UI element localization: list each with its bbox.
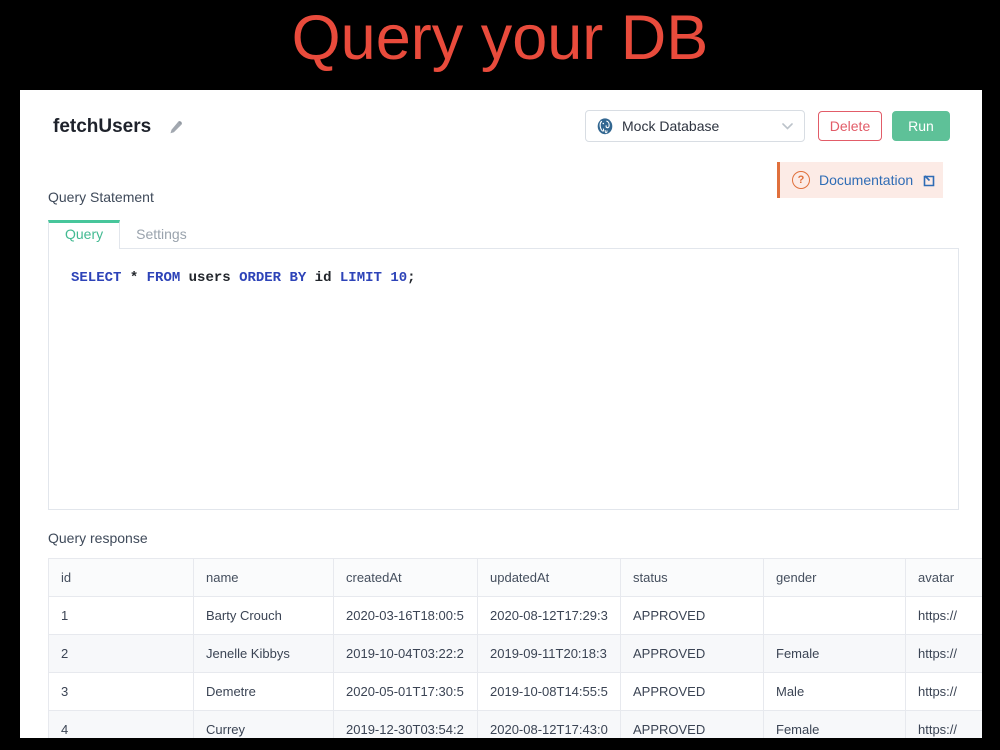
sql-token: SELECT bbox=[71, 270, 121, 286]
chevron-down-icon bbox=[782, 123, 793, 130]
table-cell: APPROVED bbox=[621, 711, 764, 739]
table-row: 3Demetre2020-05-01T17:30:52019-10-08T14:… bbox=[49, 673, 983, 711]
editor-area: QuerySettings SELECT * FROM users ORDER … bbox=[48, 220, 959, 510]
sql-token: id bbox=[306, 270, 340, 286]
query-name-row: fetchUsers bbox=[53, 116, 183, 138]
table-cell: Currey bbox=[194, 711, 334, 739]
table-cell: https:// bbox=[906, 635, 983, 673]
table-cell: APPROVED bbox=[621, 597, 764, 635]
pencil-icon[interactable] bbox=[168, 120, 183, 135]
table-cell: 2020-08-12T17:29:3 bbox=[478, 597, 621, 635]
documentation-link[interactable]: Documentation bbox=[819, 172, 913, 188]
table-cell: 2019-12-30T03:54:2 bbox=[334, 711, 478, 739]
table-cell: 2 bbox=[49, 635, 194, 673]
sql-token: FROM bbox=[147, 270, 181, 286]
column-header-createdAt: createdAt bbox=[334, 559, 478, 597]
sql-editor[interactable]: SELECT * FROM users ORDER BY id LIMIT 10… bbox=[48, 248, 959, 510]
table-cell: 2019-10-08T14:55:5 bbox=[478, 673, 621, 711]
sql-token: ORDER BY bbox=[239, 270, 306, 286]
delete-button[interactable]: Delete bbox=[818, 111, 882, 141]
resource-dropdown-value: Mock Database bbox=[622, 118, 773, 134]
table-cell: Barty Crouch bbox=[194, 597, 334, 635]
table-cell: 4 bbox=[49, 711, 194, 739]
query-name: fetchUsers bbox=[53, 116, 151, 138]
question-circle-icon: ? bbox=[792, 171, 810, 189]
table-cell: APPROVED bbox=[621, 673, 764, 711]
table-header-row: idnamecreatedAtupdatedAtstatusgenderavat… bbox=[49, 559, 983, 597]
column-header-updatedAt: updatedAt bbox=[478, 559, 621, 597]
sql-token: users bbox=[180, 270, 239, 286]
sql-token: 10 bbox=[390, 270, 407, 286]
sql-token: LIMIT bbox=[340, 270, 382, 286]
postgresql-icon bbox=[597, 118, 613, 135]
table-body: 1Barty Crouch2020-03-16T18:00:52020-08-1… bbox=[49, 597, 983, 739]
tab-query[interactable]: Query bbox=[48, 220, 120, 249]
documentation-banner: ? Documentation bbox=[777, 162, 943, 198]
table-cell: 1 bbox=[49, 597, 194, 635]
resource-dropdown[interactable]: Mock Database bbox=[585, 110, 805, 142]
run-button[interactable]: Run bbox=[892, 111, 950, 141]
table-row: 4Currey2019-12-30T03:54:22020-08-12T17:4… bbox=[49, 711, 983, 739]
table-cell: APPROVED bbox=[621, 635, 764, 673]
table-cell: https:// bbox=[906, 711, 983, 739]
table-cell: https:// bbox=[906, 673, 983, 711]
table-cell: Male bbox=[764, 673, 906, 711]
sql-token: * bbox=[121, 270, 146, 286]
table-cell: Jenelle Kibbys bbox=[194, 635, 334, 673]
open-doc-icon bbox=[922, 174, 936, 188]
table-cell: 3 bbox=[49, 673, 194, 711]
query-statement-label: Query Statement bbox=[48, 189, 154, 205]
query-response-label: Query response bbox=[48, 530, 148, 546]
table-row: 2Jenelle Kibbys2019-10-04T03:22:22019-09… bbox=[49, 635, 983, 673]
table-cell bbox=[764, 597, 906, 635]
column-header-name: name bbox=[194, 559, 334, 597]
response-table: idnamecreatedAtupdatedAtstatusgenderavat… bbox=[48, 558, 982, 738]
tab-settings[interactable]: Settings bbox=[120, 220, 203, 249]
table-cell: 2019-10-04T03:22:2 bbox=[334, 635, 478, 673]
response-table-wrap: idnamecreatedAtupdatedAtstatusgenderavat… bbox=[48, 558, 982, 738]
table-cell: 2019-09-11T20:18:3 bbox=[478, 635, 621, 673]
query-editor-panel: fetchUsers Mock Database Delete Run ? Do… bbox=[20, 90, 982, 738]
table-cell: 2020-05-01T17:30:5 bbox=[334, 673, 478, 711]
table-cell: 2020-08-12T17:43:0 bbox=[478, 711, 621, 739]
column-header-id: id bbox=[49, 559, 194, 597]
column-header-status: status bbox=[621, 559, 764, 597]
editor-tabbar: QuerySettings bbox=[48, 220, 959, 249]
sql-token: ; bbox=[407, 270, 415, 286]
column-header-gender: gender bbox=[764, 559, 906, 597]
table-cell: Female bbox=[764, 711, 906, 739]
slide-title: Query your DB bbox=[0, 2, 1000, 74]
table-cell: Female bbox=[764, 635, 906, 673]
sql-code-line: SELECT * FROM users ORDER BY id LIMIT 10… bbox=[71, 270, 958, 286]
column-header-avatar: avatar bbox=[906, 559, 983, 597]
table-cell: Demetre bbox=[194, 673, 334, 711]
table-cell: 2020-03-16T18:00:5 bbox=[334, 597, 478, 635]
table-row: 1Barty Crouch2020-03-16T18:00:52020-08-1… bbox=[49, 597, 983, 635]
table-cell: https:// bbox=[906, 597, 983, 635]
